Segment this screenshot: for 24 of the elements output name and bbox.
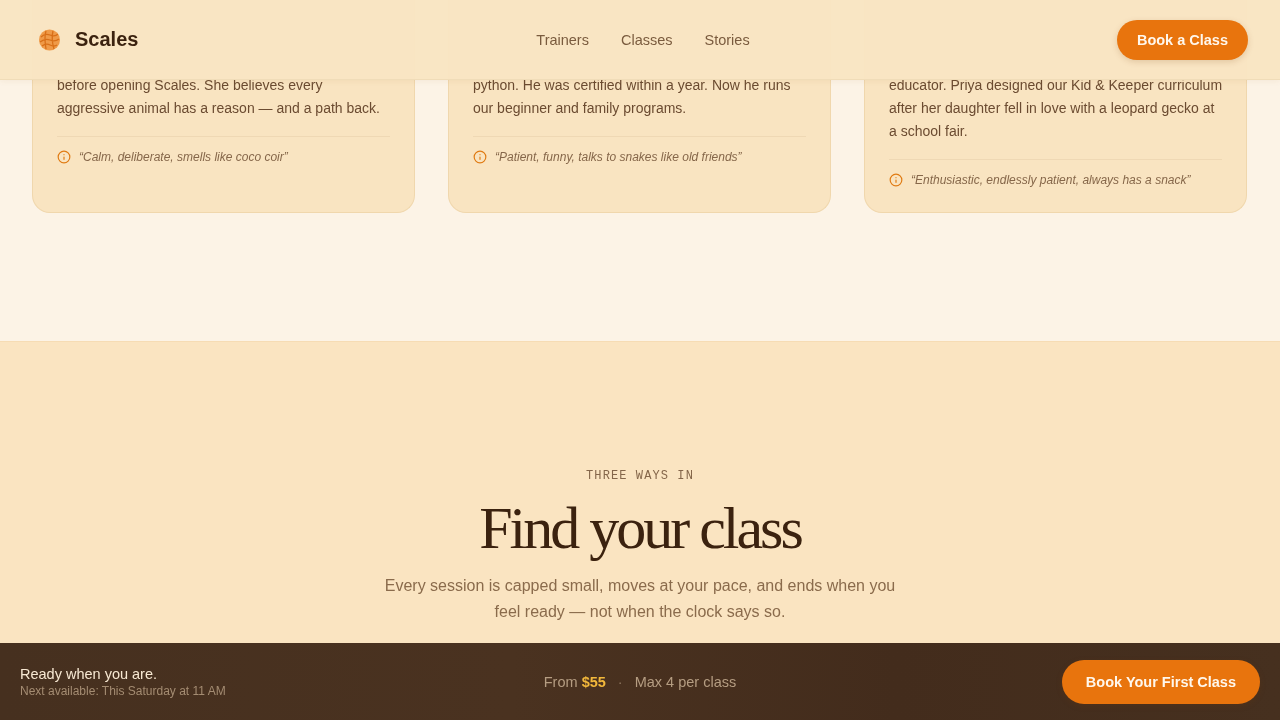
trainer-quote: “Calm, deliberate, smells like coco coir”	[79, 149, 288, 165]
scaled-ball-logo-icon	[38, 28, 61, 51]
trainer-bio: before opening Scales. She believes every aggressive animal has a reason — and a path back.	[57, 76, 381, 118]
book-first-class-button[interactable]: Book Your First Class	[1061, 659, 1260, 704]
nav-link[interactable]: Trainers	[536, 31, 589, 48]
next-available-text: Next available: This Saturday at 11 AM	[20, 683, 226, 698]
info-icon	[473, 150, 487, 164]
price-text: From $55	[543, 673, 606, 690]
trainer-quote: “Enthusiastic, endlessly patient, always has a snack”	[911, 172, 1191, 188]
trainer-bio: python. He was certified within a year. Now he runs our beginner and family programs.	[473, 76, 792, 118]
info-icon	[57, 150, 71, 164]
section-title: Find your class	[479, 494, 801, 563]
brand-name: Scales	[75, 28, 139, 51]
capacity-text: Max 4 per class	[634, 673, 737, 690]
section-eyebrow: THREE WAYS IN	[586, 469, 694, 483]
booking-headline: Ready when you are.	[20, 665, 158, 682]
section-subtitle: Every session is capped small, moves at your pace, and ends when you feel ready — not when the clock says so.	[383, 576, 897, 622]
trainer-bio: educator. Priya designed our Kid & Keeper curriculum after her daughter fell in love with a leopard gecko at a school fair.	[889, 76, 1224, 141]
trainer-quote: “Patient, funny, talks to snakes like old friends”	[495, 149, 742, 165]
nav-link[interactable]: Stories	[704, 31, 750, 48]
book-class-button[interactable]: Book a Class	[1116, 19, 1248, 60]
separator-dot: ·	[617, 673, 623, 690]
info-icon	[889, 173, 903, 187]
nav-link[interactable]: Classes	[620, 31, 673, 48]
